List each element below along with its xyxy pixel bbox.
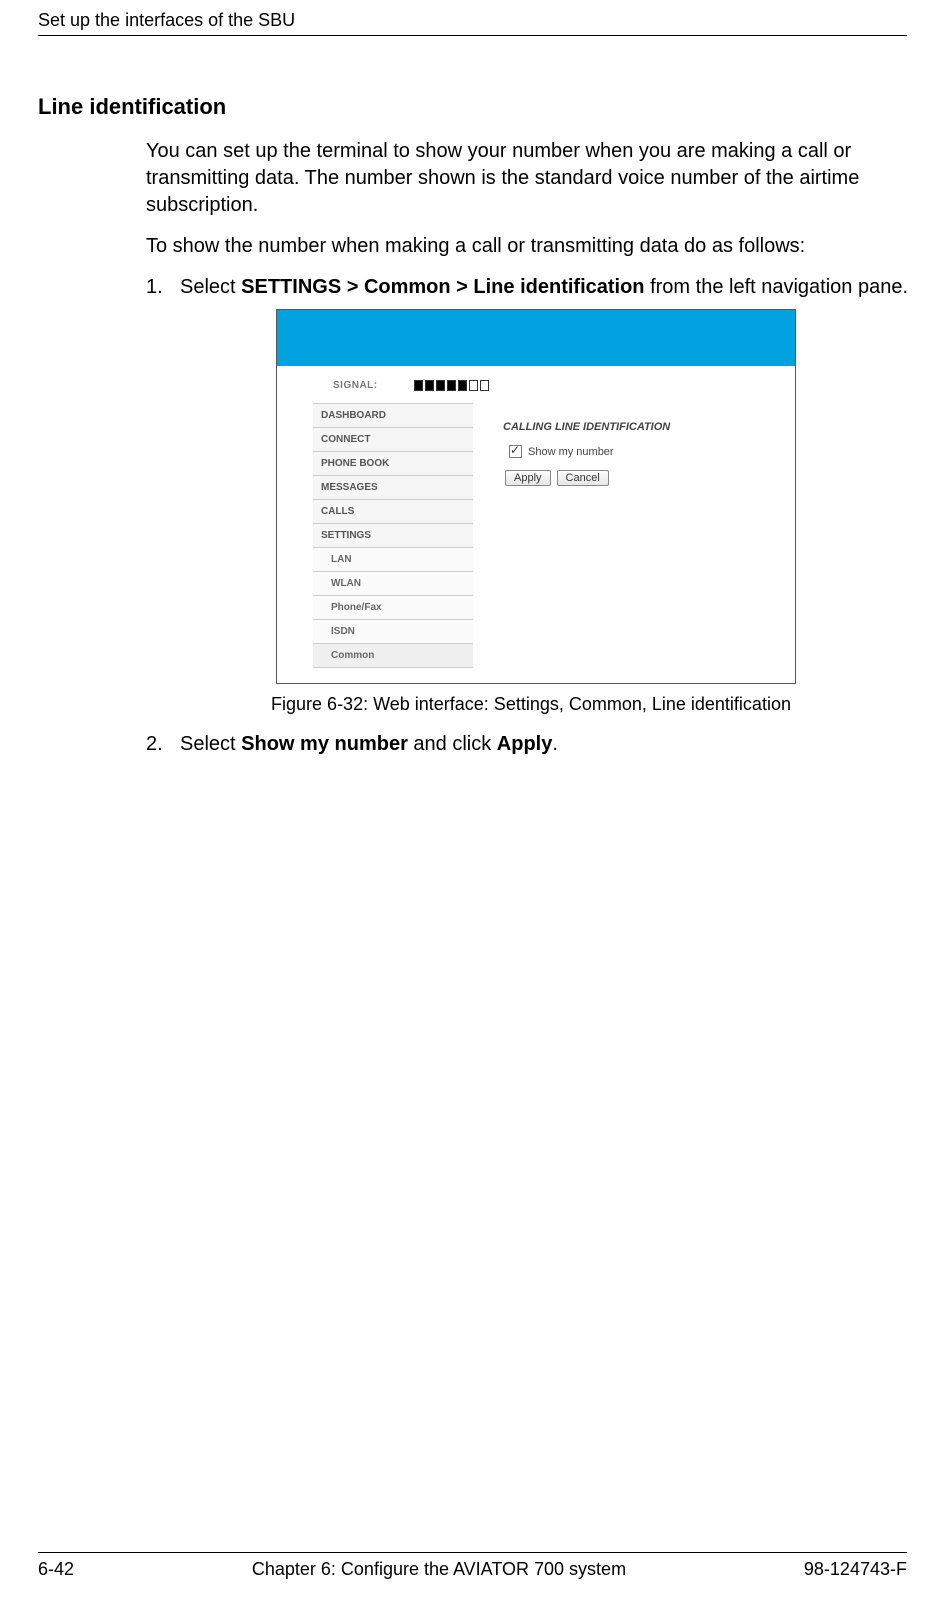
step-2-text: Select Show my number and click Apply. [180,731,916,758]
nav-sub-common[interactable]: Common [313,644,473,668]
screenshot-left-gutter [277,403,313,683]
panel-title: CALLING LINE IDENTIFICATION [503,421,795,433]
section-heading: Line identification [38,94,907,120]
show-my-number-checkbox[interactable] [509,445,522,458]
footer-page-number: 6-42 [38,1559,74,1580]
nav-item-phone-book[interactable]: PHONE BOOK [313,452,473,476]
nav-sub-phone-fax[interactable]: Phone/Fax [313,596,473,620]
step-2-pre: Select [180,733,241,755]
step-2-bold1: Show my number [241,733,408,755]
signal-bar-icon [469,380,478,391]
step-1: 1. Select SETTINGS > Common > Line ident… [146,274,916,301]
screenshot-nav: DASHBOARD CONNECT PHONE BOOK MESSAGES CA… [313,403,473,683]
nav-item-dashboard[interactable]: DASHBOARD [313,403,473,428]
screenshot-topbar [277,310,795,366]
figure-caption: Figure 6-32: Web interface: Settings, Co… [146,694,916,715]
signal-bars [414,380,489,391]
step-1-pre: Select [180,276,241,298]
intro-paragraph-1: You can set up the terminal to show your… [146,138,916,219]
nav-sub-lan[interactable]: LAN [313,548,473,572]
signal-bar-icon [436,380,445,391]
signal-row: SIGNAL: [277,366,795,403]
running-header: Set up the interfaces of the SBU [38,0,907,31]
nav-sub-isdn[interactable]: ISDN [313,620,473,644]
nav-sub-wlan[interactable]: WLAN [313,572,473,596]
footer-doc-id: 98-124743-F [804,1559,907,1580]
footer-rule [38,1552,907,1553]
signal-label: SIGNAL: [333,380,378,391]
figure-screenshot: SIGNAL: [276,309,916,684]
signal-bar-icon [447,380,456,391]
apply-button[interactable]: Apply [505,470,551,486]
nav-item-connect[interactable]: CONNECT [313,428,473,452]
screenshot-panel: CALLING LINE IDENTIFICATION Show my numb… [473,403,795,683]
footer-chapter: Chapter 6: Configure the AVIATOR 700 sys… [252,1559,626,1580]
step-1-number: 1. [146,274,180,301]
nav-item-settings[interactable]: SETTINGS [313,524,473,548]
signal-bar-icon [458,380,467,391]
nav-item-calls[interactable]: CALLS [313,500,473,524]
signal-bar-icon [414,380,423,391]
signal-bar-icon [480,380,489,391]
intro-paragraph-2: To show the number when making a call or… [146,233,916,260]
web-interface-screenshot: SIGNAL: [276,309,796,684]
step-2-bold2: Apply [497,733,553,755]
step-1-post: from the left navigation pane. [645,276,909,298]
show-my-number-label: Show my number [528,446,614,458]
step-2-post: . [552,733,558,755]
step-2-mid: and click [408,733,497,755]
step-2-number: 2. [146,731,180,758]
nav-item-messages[interactable]: MESSAGES [313,476,473,500]
step-1-text: Select SETTINGS > Common > Line identifi… [180,274,916,301]
signal-bar-icon [425,380,434,391]
cancel-button[interactable]: Cancel [557,470,609,486]
step-2: 2. Select Show my number and click Apply… [146,731,916,758]
step-1-bold: SETTINGS > Common > Line identification [241,276,644,298]
